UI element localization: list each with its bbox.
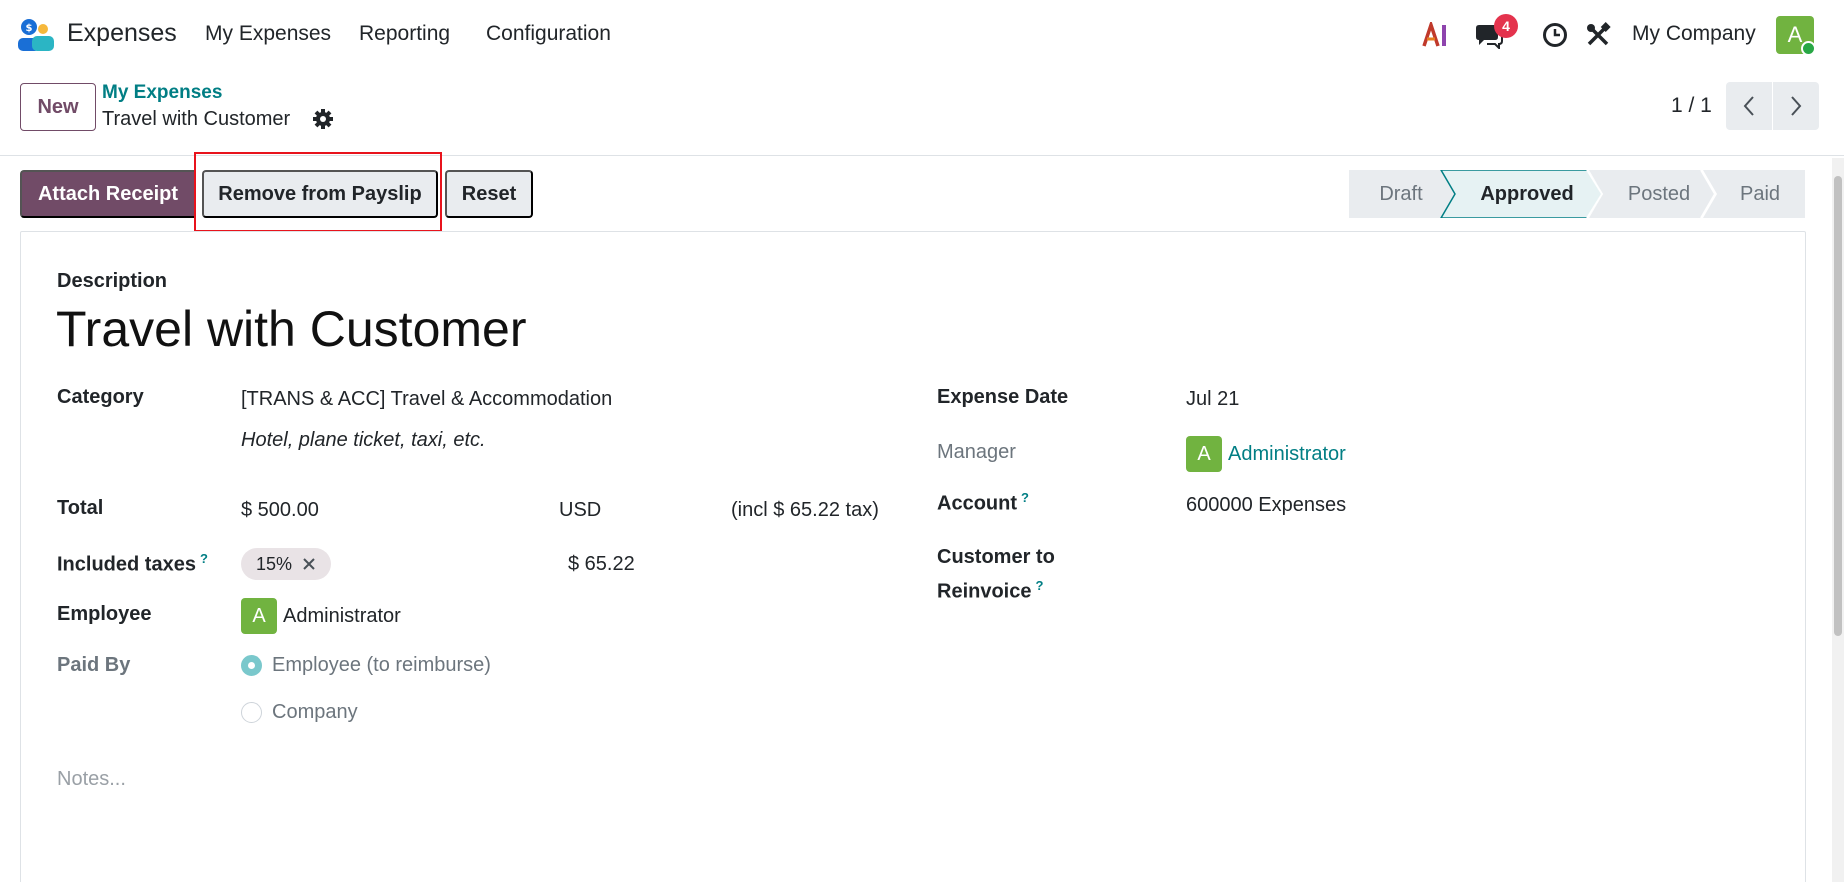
tax-tag-label: 15% xyxy=(255,553,293,574)
gear-icon[interactable] xyxy=(312,108,334,130)
breadcrumb-current-record: Travel with Customer xyxy=(102,108,291,130)
pager-previous-button[interactable] xyxy=(1726,82,1772,130)
stage-posted[interactable]: Posted xyxy=(1603,170,1715,218)
new-button[interactable]: New xyxy=(20,83,96,131)
ai-icon[interactable] xyxy=(1421,19,1453,51)
help-icon[interactable]: ? xyxy=(200,551,208,566)
paid-by-employee-radio[interactable] xyxy=(241,655,262,676)
customer-to-reinvoice-label-line1: Customer to xyxy=(937,546,1055,568)
manager-link[interactable]: Administrator xyxy=(1228,443,1346,466)
menu-reporting[interactable]: Reporting xyxy=(359,22,450,46)
reset-button[interactable]: Reset xyxy=(445,170,533,218)
expense-date-field[interactable]: Jul 21 xyxy=(1186,388,1239,411)
control-panel-divider xyxy=(0,155,1844,156)
help-icon[interactable]: ? xyxy=(1021,490,1029,505)
attach-receipt-button[interactable]: Attach Receipt xyxy=(20,170,196,218)
message-count-badge: 4 xyxy=(1494,14,1518,38)
svg-text:$: $ xyxy=(26,23,33,34)
clock-icon[interactable] xyxy=(1539,19,1571,51)
help-icon[interactable]: ? xyxy=(1035,578,1043,593)
description-label: Description xyxy=(57,270,168,292)
expenses-app-icon[interactable]: $ xyxy=(18,18,54,52)
paid-by-company-radio[interactable] xyxy=(241,702,262,723)
app-name[interactable]: Expenses xyxy=(67,19,177,48)
stage-approved[interactable]: Approved xyxy=(1453,170,1601,218)
menu-my-expenses[interactable]: My Expenses xyxy=(205,22,331,46)
notes-field[interactable]: Notes... xyxy=(57,768,126,791)
manager-avatar: A xyxy=(1186,436,1222,472)
chevron-right-icon xyxy=(1791,96,1802,116)
scrollbar-thumb[interactable] xyxy=(1834,176,1842,636)
included-taxes-label: Included taxes? xyxy=(57,551,208,577)
customer-to-reinvoice-label: Reinvoice? xyxy=(937,578,1043,604)
breadcrumb-my-expenses[interactable]: My Expenses xyxy=(102,82,222,104)
employee-field[interactable]: Administrator xyxy=(283,605,401,628)
manager-label: Manager xyxy=(937,441,1016,463)
expense-date-label: Expense Date xyxy=(937,386,1069,408)
category-hint: Hotel, plane ticket, taxi, etc. xyxy=(241,429,486,451)
stage-paid[interactable]: Paid xyxy=(1715,170,1805,218)
status-bar: Draft Approved Posted Paid xyxy=(1349,170,1805,218)
total-label: Total xyxy=(57,497,104,519)
category-label: Category xyxy=(57,386,144,408)
employee-avatar: A xyxy=(241,598,277,634)
menu-configuration[interactable]: Configuration xyxy=(486,22,611,46)
category-field[interactable]: [TRANS & ACC] Travel & Accommodation xyxy=(241,388,612,411)
stage-draft[interactable]: Draft xyxy=(1349,170,1453,218)
pager-value[interactable]: 1 / 1 xyxy=(1671,94,1712,118)
account-label-text: Account xyxy=(937,492,1017,515)
included-taxes-label-text: Included taxes xyxy=(57,553,196,576)
account-label: Account? xyxy=(937,490,1029,516)
currency-field[interactable]: USD xyxy=(559,499,601,522)
paid-by-company-label[interactable]: Company xyxy=(272,701,358,724)
pager-next-button[interactable] xyxy=(1773,82,1819,130)
employee-label: Employee xyxy=(57,603,152,625)
company-switcher[interactable]: My Company xyxy=(1632,22,1756,46)
chevron-left-icon xyxy=(1743,96,1754,116)
paid-by-label: Paid By xyxy=(57,654,131,676)
tools-icon[interactable] xyxy=(1582,19,1614,51)
paid-by-employee-label[interactable]: Employee (to reimburse) xyxy=(272,654,491,677)
tax-amount: $ 65.22 xyxy=(568,553,635,575)
expense-title[interactable]: Travel with Customer xyxy=(56,300,526,358)
close-icon[interactable] xyxy=(302,557,316,571)
customer-to-reinvoice-label-line2: Reinvoice xyxy=(937,580,1032,603)
online-status-dot xyxy=(1801,41,1816,56)
included-tax-text: (incl $ 65.22 tax) xyxy=(731,499,879,521)
total-amount-field[interactable]: $ 500.00 xyxy=(241,499,319,522)
remove-from-payslip-button[interactable]: Remove from Payslip xyxy=(202,170,438,218)
tax-tag[interactable]: 15% xyxy=(241,548,331,580)
top-navbar: $ Expenses My Expenses Reporting Configu… xyxy=(0,0,1844,70)
account-field[interactable]: 600000 Expenses xyxy=(1186,494,1346,517)
